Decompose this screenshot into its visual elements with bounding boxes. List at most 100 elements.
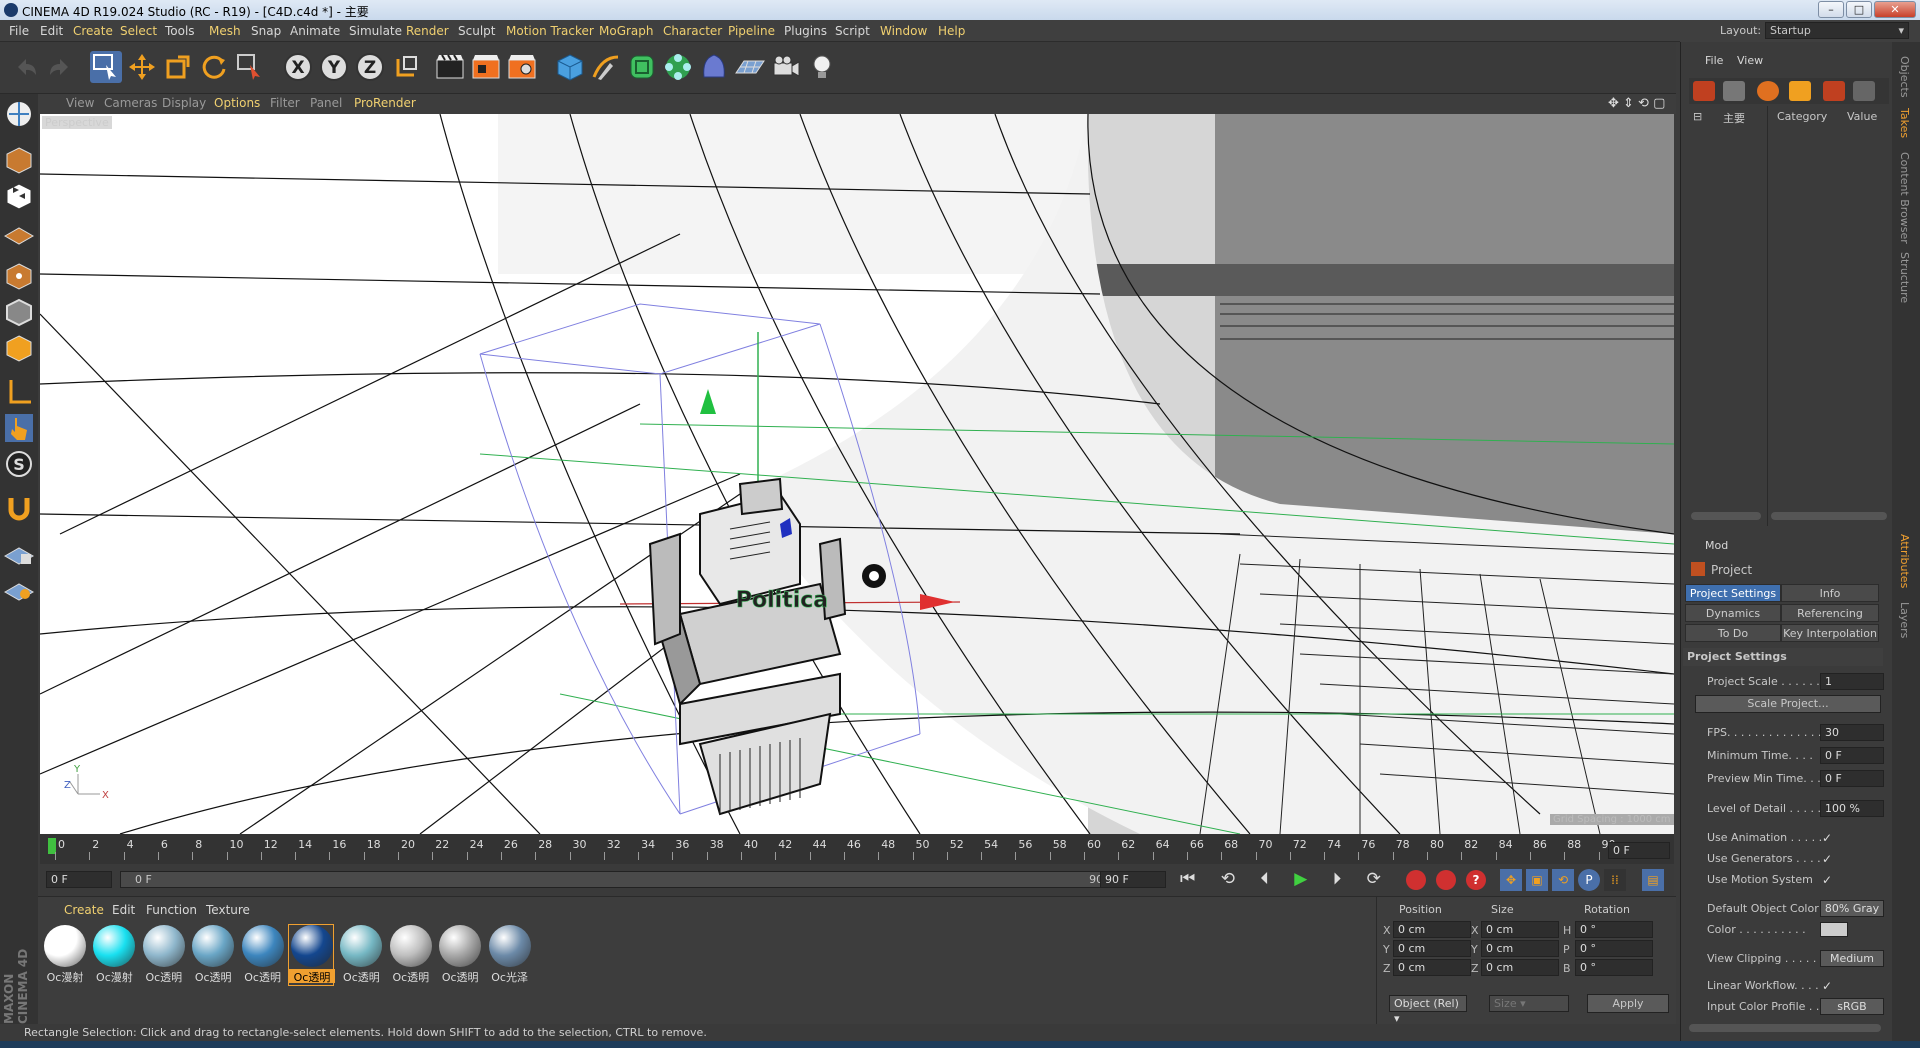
position-field[interactable]: 0 cm [1393,921,1471,938]
tab-to-do[interactable]: To Do [1685,624,1781,642]
points-mode-button[interactable] [3,260,35,292]
material-swatch[interactable]: Oc透明 [288,924,335,986]
model-mode-button[interactable] [3,144,35,176]
mat-menu-create[interactable]: Create [64,903,104,917]
light-object-button[interactable] [806,51,838,83]
view-clipping-select[interactable]: Medium [1820,950,1884,967]
mat-menu-edit[interactable]: Edit [112,903,135,917]
use-generators-checkbox[interactable]: ✓ [1822,852,1832,866]
render-settings-button[interactable] [506,51,538,83]
fps-field[interactable]: 30 [1820,724,1884,741]
tweak-mode-button[interactable] [3,412,35,444]
coordinate-system-button[interactable] [390,51,422,83]
vp-menu-prorender[interactable]: ProRender [354,96,416,110]
scale-project-button[interactable]: Scale Project... [1695,695,1881,713]
tab-attributes[interactable]: Attributes [1898,534,1911,588]
size-mode-select[interactable]: Size ▾ [1489,995,1569,1012]
menu-mograph[interactable]: MoGraph [599,24,654,38]
axis-mode-button[interactable] [3,376,35,408]
linear-workflow-checkbox[interactable]: ✓ [1822,979,1832,993]
tab-structure[interactable]: Structure [1898,252,1911,303]
vp-menu-filter[interactable]: Filter [270,96,300,110]
horizontal-scrollbar[interactable] [1691,512,1761,520]
obj-menu-file[interactable]: File [1705,54,1723,67]
input-color-profile-select[interactable]: sRGB [1820,998,1884,1015]
camera-object-button[interactable] [770,51,802,83]
material-swatch[interactable]: Oc透明 [338,925,383,985]
size-field[interactable]: 0 cm [1481,940,1559,957]
material-swatch[interactable]: Oc透明 [190,925,235,985]
x-axis-lock-button[interactable]: X [282,51,314,83]
vp-menu-display[interactable]: Display [162,96,206,110]
attr-mode-menu[interactable]: Mod [1705,539,1728,552]
material-swatch[interactable]: Oc漫射 [91,925,136,985]
rotation-field[interactable]: 0 ° [1575,940,1653,957]
mat-menu-function[interactable]: Function [146,903,197,917]
menu-edit[interactable]: Edit [40,24,63,38]
menu-motion-tracker[interactable]: Motion Tracker [506,24,594,38]
cube-object-button[interactable] [554,51,586,83]
project-scale-field[interactable]: 1 [1820,673,1884,690]
render-picture-viewer-button[interactable] [470,51,502,83]
key-rotation-button[interactable]: ⟲ [1552,869,1574,891]
apply-button[interactable]: Apply [1587,994,1669,1013]
record-button[interactable] [1406,870,1426,890]
z-axis-lock-button[interactable]: Z [354,51,386,83]
menu-window[interactable]: Window [880,24,927,38]
menu-simulate[interactable]: Simulate [349,24,402,38]
horizontal-scrollbar-2[interactable] [1771,512,1887,520]
lock-take-icon[interactable] [1853,81,1875,101]
menu-select[interactable]: Select [120,24,157,38]
polygons-mode-button[interactable] [3,332,35,364]
lock-workplane-button[interactable] [3,536,35,568]
tab-takes[interactable]: Takes [1898,108,1911,138]
render-take-icon[interactable] [1823,81,1845,101]
preview-range-slider[interactable]: 0 F 90 F [120,871,1132,888]
edges-mode-button[interactable] [3,296,35,328]
key-parameter-button[interactable]: P [1578,869,1600,891]
menu-character[interactable]: Character [663,24,722,38]
menu-help[interactable]: Help [938,24,965,38]
color-swatch[interactable] [1820,922,1848,937]
menu-mesh[interactable]: Mesh [209,24,241,38]
layout-select[interactable]: Startup ▾ [1765,22,1909,39]
redo-button[interactable] [44,51,76,83]
subdivision-surface-button[interactable] [626,51,658,83]
autokey-button[interactable] [1436,870,1456,890]
snapping-button[interactable]: S [3,448,35,480]
min-time-field[interactable]: 0 F [1820,747,1884,764]
menu-render[interactable]: Render [406,24,449,38]
attr-scrollbar[interactable] [1689,1024,1881,1032]
cloner-button[interactable] [662,51,694,83]
y-axis-lock-button[interactable]: Y [318,51,350,83]
undo-button[interactable] [10,51,42,83]
recent-tools-button[interactable] [234,51,266,83]
keyframe-help-button[interactable]: ? [1466,870,1486,890]
tab-project-settings[interactable]: Project Settings [1685,584,1781,602]
planar-workplane-button[interactable] [3,572,35,604]
material-swatch[interactable]: Oc光泽 [487,925,531,985]
material-swatch[interactable]: Oc透明 [388,925,432,985]
material-swatch[interactable]: Oc透明 [437,925,482,985]
tab-info[interactable]: Info [1781,584,1879,602]
material-swatch[interactable]: Oc漫射 [42,925,86,985]
vp-menu-panel[interactable]: Panel [310,96,342,110]
tab-layers[interactable]: Layers [1898,602,1911,638]
scale-tool-button[interactable] [162,51,194,83]
position-field[interactable]: 0 cm [1393,959,1471,976]
auto-take-icon[interactable] [1789,81,1811,101]
workplane-mode-button[interactable] [3,216,35,248]
use-animation-checkbox[interactable]: ✓ [1822,831,1832,845]
tab-dynamics[interactable]: Dynamics [1685,604,1781,622]
size-field[interactable]: 0 cm [1481,959,1559,976]
menu-sculpt[interactable]: Sculpt [458,24,495,38]
use-motion-system-checkbox[interactable]: ✓ [1822,873,1832,887]
menu-animate[interactable]: Animate [290,24,340,38]
minimize-button[interactable]: – [1818,1,1844,18]
move-tool-button[interactable] [126,51,158,83]
viewport-nav-icons[interactable]: ✥ ⇕ ⟲ ▢ [1608,96,1665,111]
close-button[interactable]: ✕ [1874,1,1916,18]
vp-menu-cameras[interactable]: Cameras [104,96,157,110]
menu-create[interactable]: Create [73,24,113,38]
rotation-field[interactable]: 0 ° [1575,921,1653,938]
